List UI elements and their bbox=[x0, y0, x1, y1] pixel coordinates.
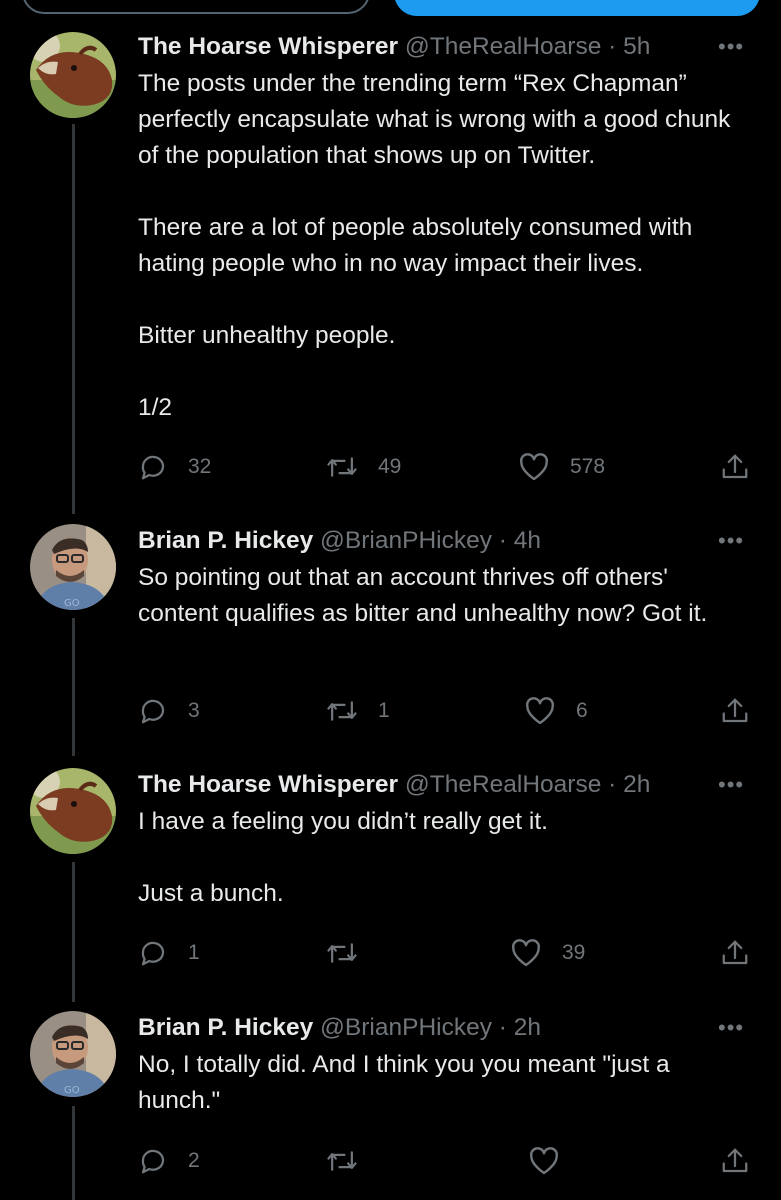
tweet-paragraph: No, I totally did. And I think you you m… bbox=[138, 1051, 670, 1114]
retweet-button[interactable] bbox=[326, 936, 358, 970]
outline-button[interactable] bbox=[22, 0, 370, 14]
tweet-header: The Hoarse Whisperer @TheRealHoarse · 2h bbox=[138, 768, 650, 802]
share-button[interactable] bbox=[720, 694, 750, 728]
like-count: 39 bbox=[562, 941, 586, 964]
like-icon bbox=[519, 453, 549, 481]
share-icon bbox=[722, 698, 748, 723]
reply-button[interactable]: 3 bbox=[138, 694, 200, 728]
like-button[interactable]: 578 bbox=[518, 450, 605, 484]
tweet-header: Brian P. Hickey @BrianPHickey · 4h bbox=[138, 524, 541, 558]
man-avatar-image: GO bbox=[30, 524, 116, 610]
like-count: 6 bbox=[576, 699, 588, 722]
retweet-icon bbox=[327, 457, 357, 477]
author-name[interactable]: Brian P. Hickey bbox=[138, 1014, 313, 1041]
svg-text:GO: GO bbox=[64, 598, 80, 609]
tweet-paragraph: So pointing out that an account thrives … bbox=[138, 564, 708, 627]
tweet-header: Brian P. Hickey @BrianPHickey · 2h bbox=[138, 1011, 541, 1045]
thread-line bbox=[72, 862, 75, 1002]
share-icon bbox=[722, 454, 748, 479]
separator-dot: · bbox=[608, 33, 617, 60]
avatar-brian-hickey[interactable]: GO bbox=[30, 524, 116, 610]
more-icon[interactable]: ••• bbox=[718, 1011, 744, 1045]
tweet-actions: 32 49 578 bbox=[0, 450, 781, 484]
tweet-header: The Hoarse Whisperer @TheRealHoarse · 5h bbox=[138, 30, 650, 64]
retweet-button[interactable] bbox=[326, 1144, 358, 1178]
retweet-icon bbox=[327, 701, 357, 721]
share-button[interactable] bbox=[720, 450, 750, 484]
author-name[interactable]: Brian P. Hickey bbox=[138, 527, 313, 554]
tweet-actions: 2 bbox=[0, 1144, 781, 1178]
tweet-time[interactable]: 2h bbox=[623, 771, 650, 798]
avatar-brian-hickey[interactable]: GO bbox=[30, 1011, 116, 1097]
more-icon[interactable]: ••• bbox=[718, 768, 744, 802]
author-handle[interactable]: @BrianPHickey bbox=[320, 527, 492, 554]
tweet-actions: 1 39 bbox=[0, 936, 781, 970]
like-button[interactable]: 39 bbox=[510, 936, 585, 970]
like-icon bbox=[511, 939, 541, 967]
author-name[interactable]: The Hoarse Whisperer bbox=[138, 33, 398, 60]
separator-dot: · bbox=[608, 771, 617, 798]
retweet-count: 49 bbox=[378, 455, 402, 478]
share-icon bbox=[722, 1148, 748, 1173]
separator-dot: · bbox=[498, 1014, 507, 1041]
tweet-time[interactable]: 2h bbox=[514, 1014, 541, 1041]
share-button[interactable] bbox=[720, 1144, 750, 1178]
tweet-text: I have a feeling you didn’t really get i… bbox=[138, 804, 753, 912]
tweet-paragraph: Just a bunch. bbox=[138, 880, 284, 907]
tweet-text: No, I totally did. And I think you you m… bbox=[138, 1047, 753, 1119]
reply-button[interactable]: 1 bbox=[138, 936, 200, 970]
like-icon bbox=[525, 697, 555, 725]
tweet-paragraph: I have a feeling you didn’t really get i… bbox=[138, 808, 548, 835]
author-handle[interactable]: @BrianPHickey bbox=[320, 1014, 492, 1041]
thread-line bbox=[72, 618, 75, 756]
reply-button[interactable]: 2 bbox=[138, 1144, 200, 1178]
reply-button[interactable]: 32 bbox=[138, 450, 211, 484]
retweet-icon bbox=[327, 943, 357, 963]
tweet-time[interactable]: 4h bbox=[514, 527, 541, 554]
tweet-paragraph: There are a lot of people absolutely con… bbox=[138, 214, 693, 277]
reply-count: 2 bbox=[188, 1149, 200, 1172]
tweet-text: So pointing out that an account thrives … bbox=[138, 560, 753, 632]
like-button[interactable] bbox=[528, 1144, 560, 1178]
reply-count: 3 bbox=[188, 699, 200, 722]
reply-icon bbox=[141, 1149, 165, 1174]
more-icon[interactable]: ••• bbox=[718, 524, 744, 558]
author-handle[interactable]: @TheRealHoarse bbox=[405, 771, 601, 798]
like-icon bbox=[529, 1147, 559, 1175]
share-button[interactable] bbox=[720, 936, 750, 970]
retweet-count: 1 bbox=[378, 699, 390, 722]
author-name[interactable]: The Hoarse Whisperer bbox=[138, 771, 398, 798]
like-button[interactable]: 6 bbox=[524, 694, 588, 728]
share-icon bbox=[722, 940, 748, 965]
more-icon[interactable]: ••• bbox=[718, 30, 744, 64]
man-avatar-image: GO bbox=[30, 1011, 116, 1097]
horse-avatar-image bbox=[30, 768, 116, 854]
separator-dot: · bbox=[498, 527, 507, 554]
retweet-button[interactable]: 49 bbox=[326, 450, 401, 484]
reply-icon bbox=[141, 941, 165, 966]
retweet-button[interactable]: 1 bbox=[326, 694, 390, 728]
horse-avatar-image bbox=[30, 32, 116, 118]
tweet-paragraph: 1/2 bbox=[138, 394, 173, 421]
author-handle[interactable]: @TheRealHoarse bbox=[405, 33, 601, 60]
avatar-hoarse-whisperer[interactable] bbox=[30, 768, 116, 854]
svg-text:GO: GO bbox=[64, 1085, 80, 1096]
avatar-hoarse-whisperer[interactable] bbox=[30, 32, 116, 118]
tweet-paragraph: Bitter unhealthy people. bbox=[138, 322, 396, 349]
tweet-paragraph: The posts under the trending term “Rex C… bbox=[138, 70, 731, 169]
top-action-bar bbox=[0, 0, 781, 18]
reply-icon bbox=[141, 699, 165, 724]
like-count: 578 bbox=[570, 455, 606, 478]
reply-icon bbox=[141, 455, 165, 480]
retweet-icon bbox=[327, 1151, 357, 1171]
reply-count: 1 bbox=[188, 941, 200, 964]
reply-count: 32 bbox=[188, 455, 212, 478]
tweet-actions: 3 1 6 bbox=[0, 694, 781, 728]
primary-button[interactable] bbox=[394, 0, 760, 16]
tweet-text: The posts under the trending term “Rex C… bbox=[138, 66, 753, 426]
tweet-time[interactable]: 5h bbox=[623, 33, 650, 60]
